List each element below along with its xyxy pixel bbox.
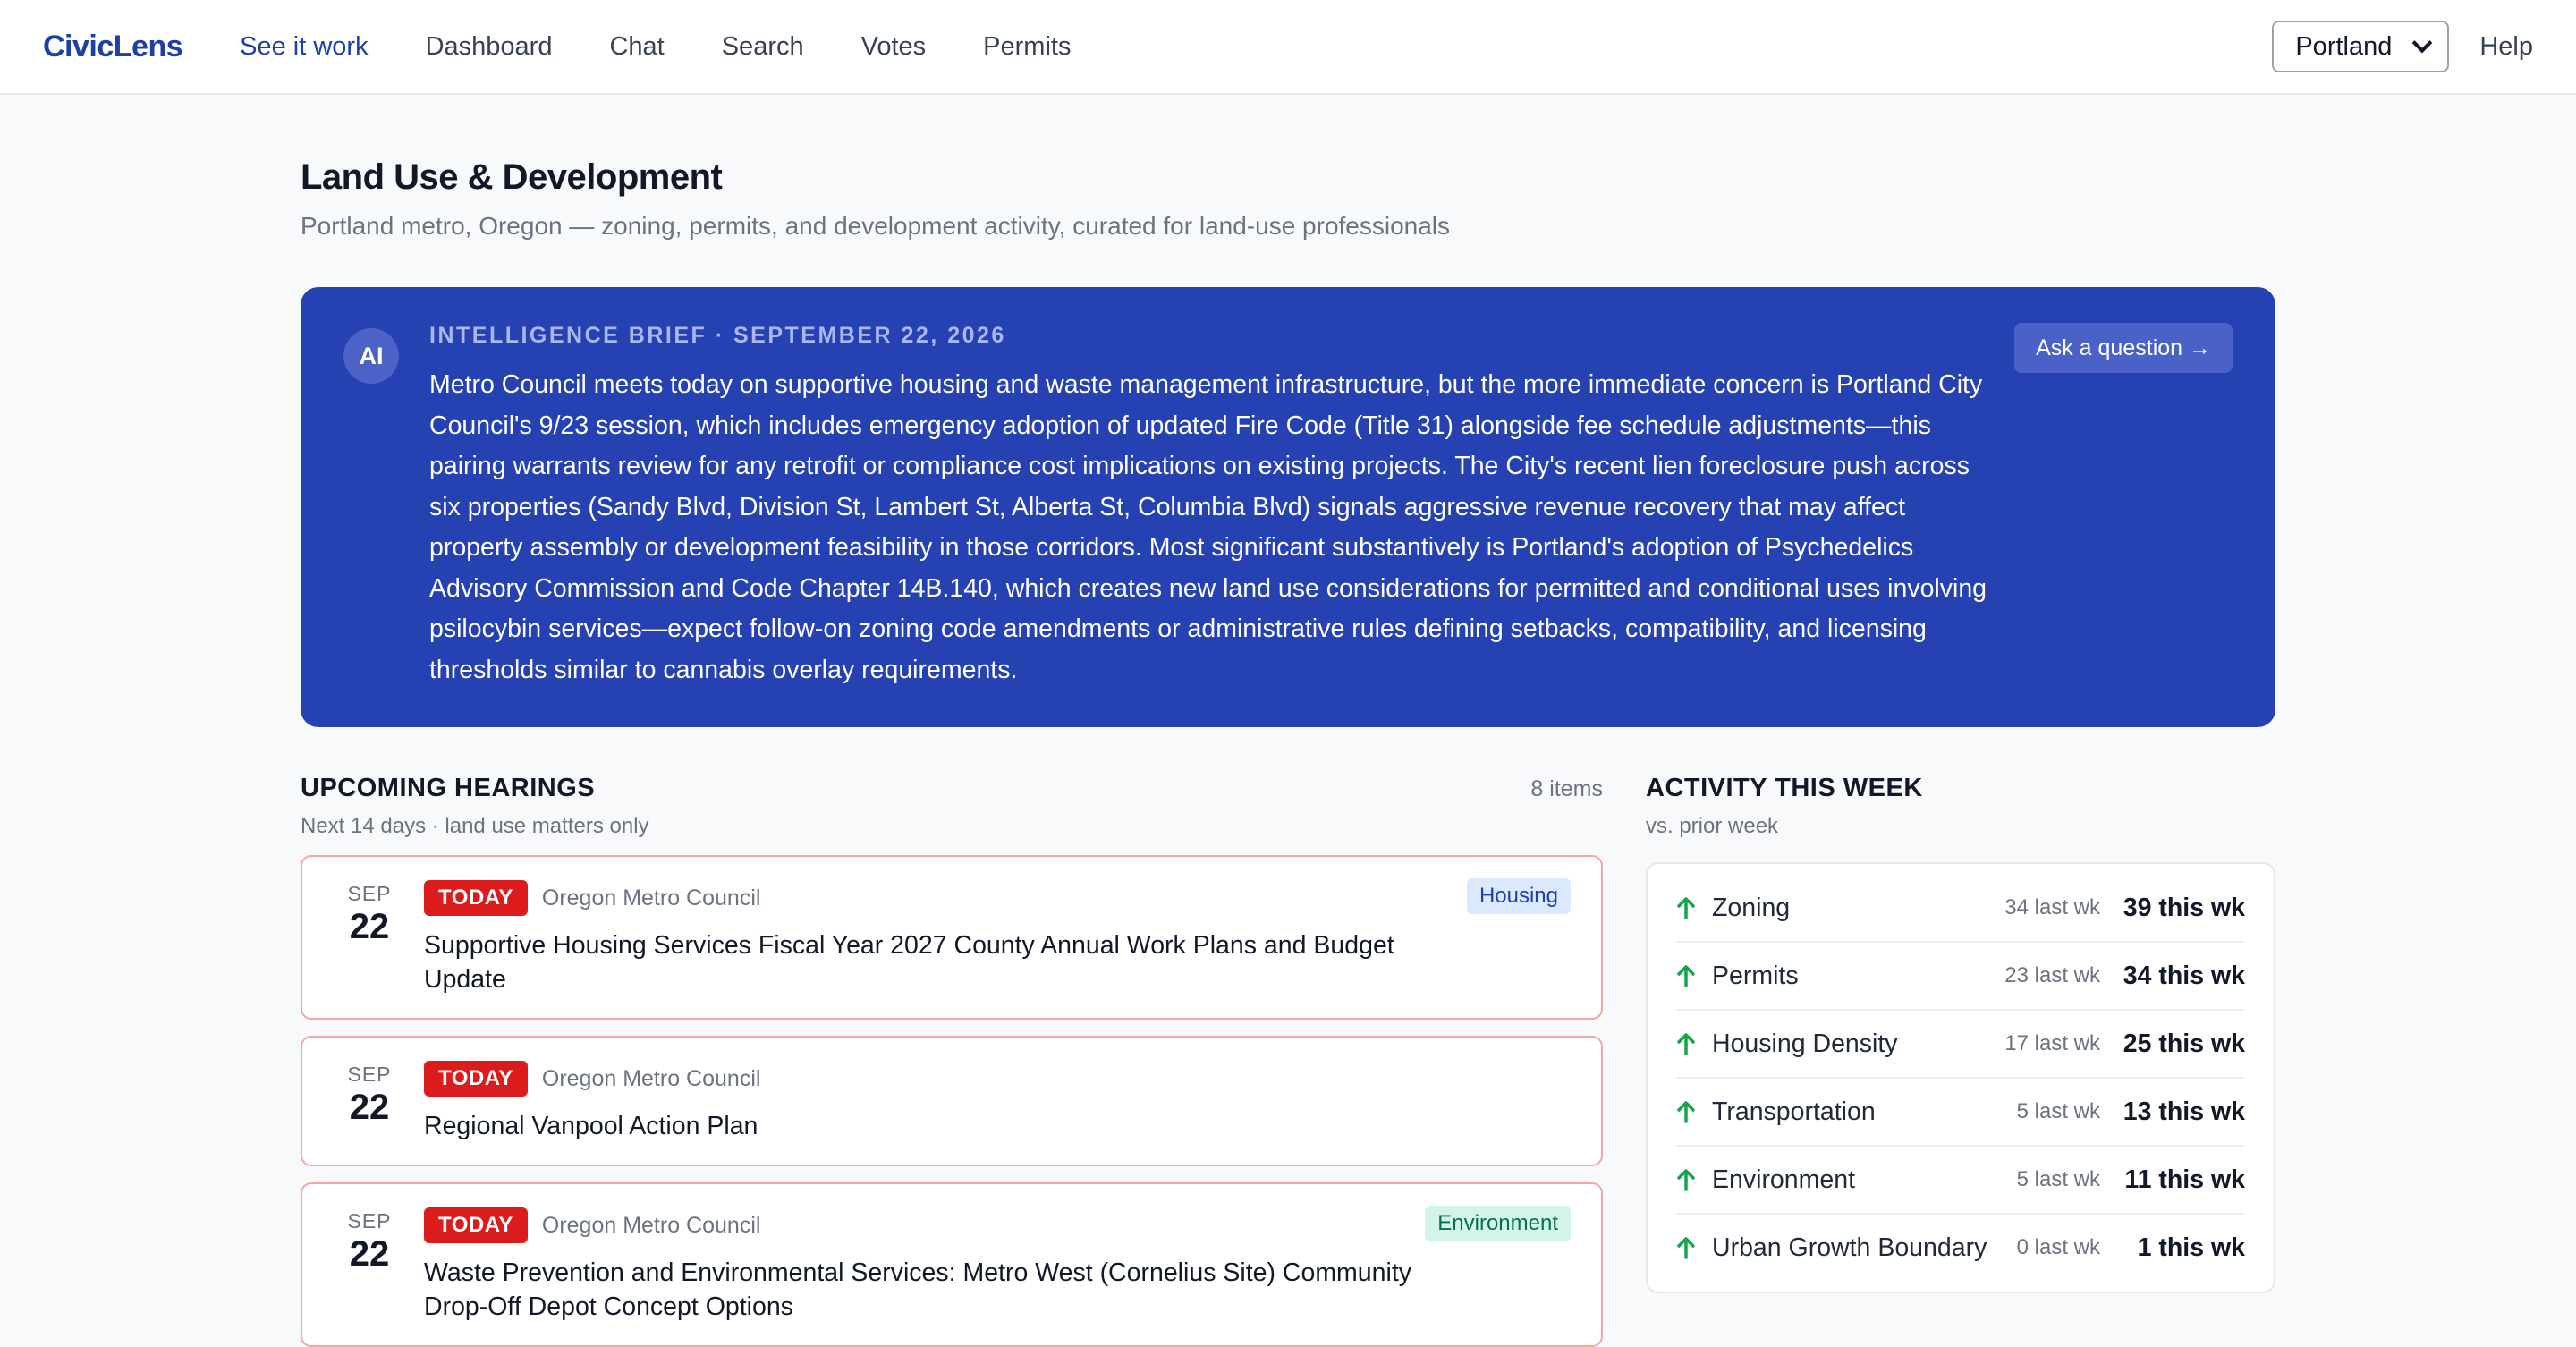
- hearing-card[interactable]: SEP 22 TODAY Oregon Metro Council Housin…: [301, 855, 1603, 1020]
- hearing-title[interactable]: Regional Vanpool Action Plan: [424, 1109, 1426, 1143]
- activity-row-environment[interactable]: Environment 5 last wk 11 this wk: [1676, 1147, 2245, 1215]
- activity-name: Permits: [1712, 961, 1799, 990]
- city-select-value: Portland: [2295, 31, 2393, 61]
- activity-this-week-count: 1 this wk: [2137, 1233, 2245, 1262]
- hearing-body: Oregon Metro Council: [541, 1065, 761, 1091]
- activity-row-permits[interactable]: Permits 23 last wk 34 this wk: [1676, 943, 2245, 1011]
- activity-row-housing-density[interactable]: Housing Density 17 last wk 25 this wk: [1676, 1011, 2245, 1079]
- activity-last-week: 34 last wk: [2004, 895, 2100, 919]
- help-link[interactable]: Help: [2479, 32, 2533, 62]
- hearing-card[interactable]: SEP 22 TODAY Oregon Metro Council Region…: [301, 1036, 1603, 1166]
- brief-label: INTELLIGENCE BRIEF · SEPTEMBER 22, 2026: [429, 323, 1006, 348]
- today-badge: TODAY: [424, 1207, 528, 1243]
- nav-link-dashboard[interactable]: Dashboard: [426, 32, 553, 62]
- activity-name: Urban Growth Boundary: [1712, 1233, 1987, 1262]
- nav-link-see-it-work[interactable]: See it work: [240, 32, 368, 62]
- nav-links: See it work Dashboard Chat Search Votes …: [240, 32, 1071, 62]
- activity-subtitle: vs. prior week: [1646, 814, 1779, 838]
- ai-badge-icon: AI: [343, 328, 399, 384]
- activity-row-zoning[interactable]: Zoning 34 last wk 39 this wk: [1676, 875, 2245, 943]
- hearing-title[interactable]: Supportive Housing Services Fiscal Year …: [424, 928, 1426, 996]
- hearing-meta: TODAY Oregon Metro Council: [424, 1207, 1571, 1243]
- brand-logo[interactable]: CivicLens: [43, 30, 183, 64]
- activity-last-week: 23 last wk: [2004, 963, 2100, 987]
- activity-title: ACTIVITY THIS WEEK: [1646, 774, 1923, 802]
- activity-last-week: 0 last wk: [2016, 1235, 2100, 1259]
- hearing-body: Oregon Metro Council: [541, 1212, 761, 1238]
- activity-name: Housing Density: [1712, 1029, 1898, 1058]
- hearing-meta: TODAY Oregon Metro Council: [424, 880, 1571, 916]
- activity-name: Zoning: [1712, 893, 1791, 922]
- activity-this-week-count: 25 this wk: [2123, 1029, 2245, 1058]
- hearing-date: SEP 22: [333, 882, 406, 945]
- upcoming-hearings: UPCOMING HEARINGS 8 items Next 14 days ·…: [301, 774, 1603, 1347]
- hearing-date: SEP 22: [333, 1209, 406, 1273]
- hearing-day: 22: [349, 1088, 390, 1127]
- activity-this-week-count: 39 this wk: [2123, 893, 2245, 922]
- page-title: Land Use & Development: [301, 157, 723, 197]
- main-content: Land Use & Development Portland metro, O…: [301, 95, 2275, 1347]
- trend-up-icon: [1677, 1169, 1695, 1191]
- activity-last-week: 5 last wk: [2016, 1167, 2100, 1191]
- trend-up-icon: [1677, 965, 1695, 987]
- activity-name: Transportation: [1712, 1097, 1876, 1126]
- activity-this-week-count: 13 this wk: [2123, 1097, 2245, 1126]
- chevron-down-icon: [2412, 32, 2433, 54]
- hearings-count: 8 items: [1530, 776, 1603, 801]
- activity-name: Environment: [1712, 1165, 1855, 1194]
- content-columns: UPCOMING HEARINGS 8 items Next 14 days ·…: [301, 774, 2275, 1347]
- hearings-header: UPCOMING HEARINGS 8 items: [301, 774, 1603, 803]
- nav-right: Portland Help: [2272, 21, 2533, 72]
- topic-tag-housing[interactable]: Housing: [1466, 878, 1571, 914]
- hearing-card[interactable]: SEP 22 TODAY Oregon Metro Council Enviro…: [301, 1182, 1603, 1347]
- activity-this-week-count: 11 this wk: [2124, 1165, 2245, 1194]
- today-badge: TODAY: [424, 880, 528, 916]
- hearing-day: 22: [349, 907, 390, 946]
- today-badge: TODAY: [424, 1061, 528, 1097]
- hearing-month: SEP: [347, 1063, 392, 1086]
- city-select[interactable]: Portland: [2272, 21, 2450, 72]
- trend-up-icon: [1677, 1101, 1695, 1123]
- topic-tag-environment[interactable]: Environment: [1425, 1206, 1571, 1241]
- trend-up-icon: [1677, 1033, 1695, 1055]
- activity-row-transportation[interactable]: Transportation 5 last wk 13 this wk: [1676, 1079, 2245, 1147]
- trend-up-icon: [1677, 897, 1695, 919]
- hearings-title: UPCOMING HEARINGS: [301, 774, 596, 802]
- hearing-month: SEP: [347, 882, 392, 905]
- activity-row-urban-growth-boundary[interactable]: Urban Growth Boundary 0 last wk 1 this w…: [1676, 1215, 2245, 1281]
- activity-last-week: 17 last wk: [2004, 1031, 2100, 1055]
- activity-this-week: ACTIVITY THIS WEEK vs. prior week Zoning…: [1646, 774, 2275, 1347]
- hearing-date: SEP 22: [333, 1063, 406, 1126]
- page-subtitle: Portland metro, Oregon — zoning, permits…: [301, 212, 1451, 240]
- top-navigation: CivicLens See it work Dashboard Chat Sea…: [0, 0, 2576, 95]
- activity-this-week-count: 34 this wk: [2123, 961, 2245, 990]
- hearing-day: 22: [349, 1234, 390, 1274]
- activity-list: Zoning 34 last wk 39 this wk Permits 23 …: [1646, 862, 2275, 1293]
- hearing-body: Oregon Metro Council: [541, 885, 761, 911]
- hearing-title[interactable]: Waste Prevention and Environmental Servi…: [424, 1256, 1426, 1324]
- nav-link-chat[interactable]: Chat: [609, 32, 664, 62]
- hearing-month: SEP: [347, 1209, 392, 1233]
- nav-link-permits[interactable]: Permits: [983, 32, 1071, 62]
- brief-text: Metro Council meets today on supportive …: [429, 370, 1987, 684]
- hearings-subtitle: Next 14 days · land use matters only: [301, 814, 649, 838]
- activity-last-week: 5 last wk: [2016, 1099, 2100, 1123]
- ask-question-button[interactable]: Ask a question →: [2014, 323, 2233, 373]
- hearing-meta: TODAY Oregon Metro Council: [424, 1061, 1571, 1097]
- intelligence-brief: AI INTELLIGENCE BRIEF · SEPTEMBER 22, 20…: [301, 287, 2275, 727]
- trend-up-icon: [1677, 1237, 1695, 1259]
- nav-link-votes[interactable]: Votes: [861, 32, 927, 62]
- nav-link-search[interactable]: Search: [722, 32, 804, 62]
